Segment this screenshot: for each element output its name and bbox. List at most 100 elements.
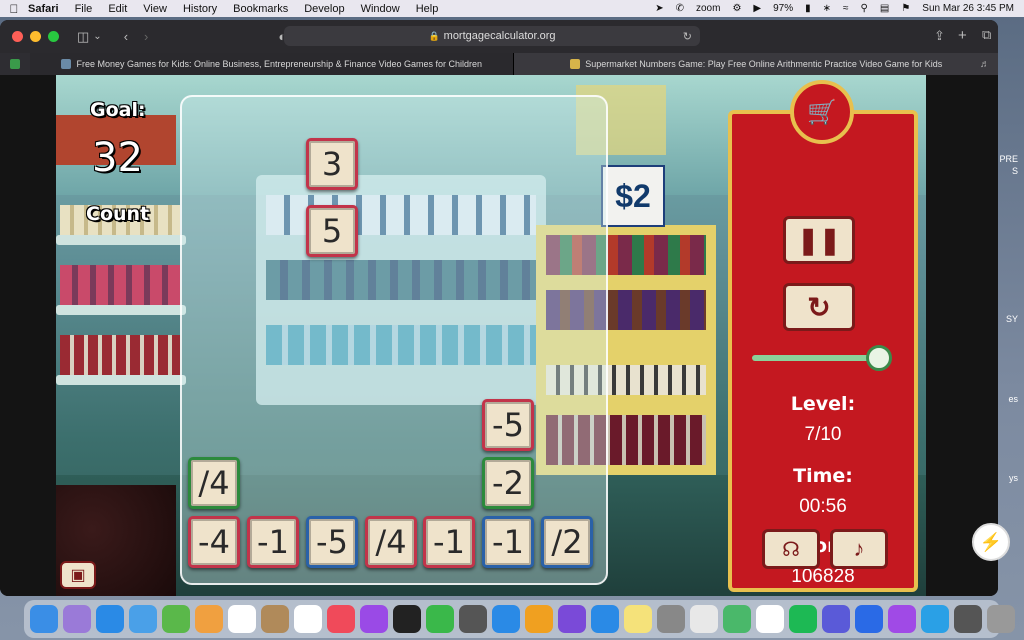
search-icon[interactable]: ⚲ [861, 3, 868, 14]
photos-icon[interactable] [195, 605, 223, 633]
control-center-icon[interactable]: ▤ [880, 3, 889, 14]
tab-money-games[interactable]: Free Money Games for Kids: Online Busine… [29, 53, 515, 75]
number-tile[interactable]: -1 [423, 516, 475, 568]
app-store-icon[interactable] [591, 605, 619, 633]
spotify-icon[interactable] [789, 605, 817, 633]
menu-app[interactable]: Safari [28, 3, 59, 15]
number-tile[interactable]: 3 [306, 138, 358, 190]
dock [24, 600, 1015, 638]
flag-icon[interactable]: ⚑ [901, 3, 910, 14]
music-icon[interactable] [327, 605, 355, 633]
speaker-icon[interactable]: ♬ [980, 59, 990, 70]
numbers-icon[interactable] [426, 605, 454, 633]
number-tile[interactable]: 5 [306, 205, 358, 257]
back-icon[interactable]: ‹ [124, 29, 128, 44]
number-tile[interactable]: -5 [482, 399, 534, 451]
time-label: Time: [793, 465, 853, 487]
volume-slider-track[interactable] [752, 355, 878, 361]
maps-icon[interactable] [162, 605, 190, 633]
menu-history[interactable]: History [183, 3, 217, 15]
pinned-tab[interactable] [0, 53, 30, 75]
volume-slider-knob[interactable] [866, 345, 892, 371]
play-icon[interactable]: ▶ [753, 3, 761, 14]
number-tile[interactable]: -1 [247, 516, 299, 568]
number-tile[interactable]: -5 [306, 516, 358, 568]
battery-icon[interactable]: ▮ [805, 3, 811, 14]
telegram-icon[interactable]: ➤ [655, 3, 663, 14]
number-tile[interactable]: /4 [188, 457, 240, 509]
chevron-down-icon[interactable]: ⌄ [93, 31, 101, 42]
music-note-icon: ♪ [853, 536, 865, 561]
game-board[interactable] [180, 95, 608, 585]
share-icon[interactable]: ⇪ [934, 28, 945, 44]
menu-edit[interactable]: Edit [108, 3, 127, 15]
number-tile[interactable]: -1 [482, 516, 534, 568]
zoom-button[interactable] [48, 31, 59, 42]
number-tile[interactable]: /2 [541, 516, 593, 568]
notes-icon[interactable] [624, 605, 652, 633]
messenger-app-icon[interactable] [888, 605, 916, 633]
menu-window[interactable]: Window [361, 3, 400, 15]
slack-icon[interactable] [756, 605, 784, 633]
calculator-icon[interactable] [459, 605, 487, 633]
tab-favicon [61, 59, 72, 69]
music-toggle-button[interactable]: ☊ [762, 529, 820, 569]
trash-icon[interactable] [987, 605, 1015, 633]
number-tile[interactable]: /4 [365, 516, 417, 568]
keynote-icon[interactable] [492, 605, 520, 633]
desktop-label: S [1011, 166, 1018, 176]
teams-icon[interactable] [822, 605, 850, 633]
calendar-icon[interactable] [228, 605, 256, 633]
safari-icon[interactable] [96, 605, 124, 633]
reminders-icon[interactable] [294, 605, 322, 633]
game-canvas[interactable]: $2 Goal: 32 Count 3 5 -5 /4 -2 -4 -1 -5 … [56, 75, 926, 596]
fullscreen-button[interactable]: ▣ [60, 561, 96, 589]
contacts-icon[interactable] [261, 605, 289, 633]
tab-overview-icon[interactable]: ⧉ [982, 27, 991, 43]
pause-button[interactable]: ❚❚ [783, 216, 855, 264]
chrome-icon[interactable] [690, 605, 718, 633]
mail-icon[interactable] [129, 605, 157, 633]
number-tile[interactable]: -2 [482, 457, 534, 509]
settings-icon[interactable]: ⚙ [732, 3, 741, 14]
pages-icon[interactable] [525, 605, 553, 633]
clock[interactable]: Sun Mar 26 3:45 PM [922, 3, 1014, 14]
zoom-icon[interactable] [855, 605, 883, 633]
address-bar[interactable]: 🔒 mortgagecalculator.org ↻ [284, 26, 700, 46]
forward-icon[interactable]: › [144, 29, 148, 44]
viber-app-icon[interactable] [558, 605, 586, 633]
tab-supermarket-game[interactable]: Supermarket Numbers Game: Play Free Onli… [514, 53, 998, 75]
menu-bar:  Safari File Edit View History Bookmark… [0, 0, 1024, 17]
reload-icon[interactable]: ↻ [683, 30, 692, 43]
podcasts-icon[interactable] [360, 605, 388, 633]
sidebar-icon[interactable]: ◫ [77, 29, 89, 45]
menu-develop[interactable]: Develop [304, 3, 344, 15]
menu-file[interactable]: File [75, 3, 93, 15]
telegram-app-icon[interactable] [921, 605, 949, 633]
menu-bookmarks[interactable]: Bookmarks [233, 3, 288, 15]
finder-icon[interactable] [30, 605, 58, 633]
minimize-button[interactable] [30, 31, 41, 42]
tv-icon[interactable] [393, 605, 421, 633]
apple-icon[interactable]:  [0, 2, 28, 16]
zoom-status[interactable]: zoom [696, 3, 720, 14]
number-tile[interactable]: -4 [188, 516, 240, 568]
viber-icon[interactable]: ✆ [676, 3, 684, 14]
system-settings-icon[interactable] [657, 605, 685, 633]
close-button[interactable] [12, 31, 23, 42]
wifi-icon[interactable]: ≈ [843, 3, 849, 14]
new-tab-icon[interactable]: + [958, 27, 967, 44]
menu-help[interactable]: Help [416, 3, 439, 15]
page-content: $2 Goal: 32 Count 3 5 -5 /4 -2 -4 -1 -5 … [0, 75, 998, 596]
google-play-icon[interactable] [723, 605, 751, 633]
menu-view[interactable]: View [143, 3, 167, 15]
count-label: Count [86, 203, 150, 225]
launchpad-icon[interactable] [63, 605, 91, 633]
battery-percent[interactable]: 97% [773, 3, 793, 14]
messenger-bubble[interactable]: ⚡ [972, 523, 1010, 561]
bluetooth-icon[interactable]: ∗ [823, 3, 831, 14]
restart-button[interactable]: ↻ [783, 283, 855, 331]
goal-value: 32 [92, 135, 143, 181]
downloads-icon[interactable] [954, 605, 982, 633]
sound-toggle-button[interactable]: ♪ [830, 529, 888, 569]
